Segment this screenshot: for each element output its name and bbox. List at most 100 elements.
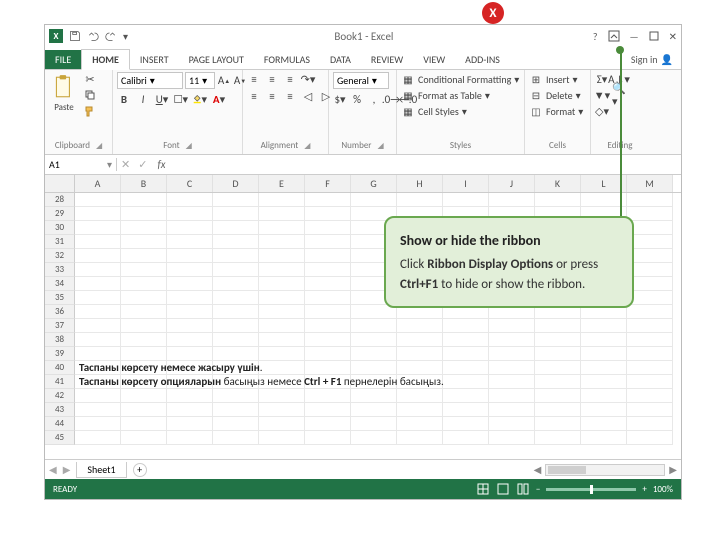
row-header[interactable]: 40: [45, 361, 75, 375]
cell[interactable]: [213, 277, 259, 291]
cell[interactable]: [351, 333, 397, 347]
cell[interactable]: [213, 221, 259, 235]
cell[interactable]: [75, 305, 121, 319]
font-size-select[interactable]: 11▾: [185, 72, 215, 89]
cell[interactable]: [351, 347, 397, 361]
cell[interactable]: [121, 263, 167, 277]
horizontal-scrollbar[interactable]: [545, 464, 665, 476]
cell[interactable]: [75, 235, 121, 249]
zoom-level[interactable]: 100%: [653, 484, 673, 495]
cell[interactable]: [121, 249, 167, 263]
row-header[interactable]: 28: [45, 193, 75, 207]
border-icon[interactable]: ▾: [174, 92, 188, 106]
clear-icon[interactable]: ◇▾: [595, 104, 609, 118]
row-header[interactable]: 32: [45, 249, 75, 263]
help-icon[interactable]: ?: [593, 30, 598, 43]
format-as-table-button[interactable]: ▦Format as Table▾: [401, 88, 490, 102]
italic-icon[interactable]: I: [136, 92, 150, 106]
cell[interactable]: [259, 403, 305, 417]
cell[interactable]: [213, 249, 259, 263]
cell[interactable]: [259, 333, 305, 347]
fill-color-icon[interactable]: ▾: [193, 92, 207, 106]
row-header[interactable]: 39: [45, 347, 75, 361]
app-icon[interactable]: X: [49, 29, 63, 43]
cell[interactable]: [581, 347, 627, 361]
cell[interactable]: [259, 347, 305, 361]
cell[interactable]: [581, 333, 627, 347]
cell[interactable]: [581, 361, 627, 375]
cell[interactable]: [305, 319, 351, 333]
cell[interactable]: [489, 417, 535, 431]
cell[interactable]: [213, 319, 259, 333]
cell[interactable]: [259, 361, 305, 375]
cell[interactable]: [397, 193, 443, 207]
cell[interactable]: [75, 347, 121, 361]
cell[interactable]: [535, 361, 581, 375]
cell[interactable]: [167, 263, 213, 277]
cell[interactable]: [305, 193, 351, 207]
cell[interactable]: [305, 207, 351, 221]
cell[interactable]: [535, 417, 581, 431]
cell[interactable]: [259, 277, 305, 291]
orientation-icon[interactable]: ↷▾: [301, 72, 315, 86]
cell[interactable]: [627, 347, 673, 361]
redo-icon[interactable]: [105, 30, 117, 42]
cell[interactable]: [305, 347, 351, 361]
row-header[interactable]: 41: [45, 375, 75, 389]
insert-cells-button[interactable]: ⊞Insert▾: [529, 72, 578, 86]
cell[interactable]: [121, 431, 167, 445]
cell[interactable]: [75, 319, 121, 333]
col-header[interactable]: I: [443, 175, 489, 192]
row-header[interactable]: 42: [45, 389, 75, 403]
format-cells-button[interactable]: ◫Format▾: [529, 104, 583, 118]
cell[interactable]: [489, 319, 535, 333]
increase-decimal-icon[interactable]: .0→: [384, 92, 398, 106]
cell[interactable]: [581, 417, 627, 431]
cell[interactable]: [627, 375, 673, 389]
cell[interactable]: [259, 207, 305, 221]
cell[interactable]: [489, 347, 535, 361]
cell[interactable]: [75, 389, 121, 403]
cell[interactable]: [535, 403, 581, 417]
cell[interactable]: [305, 263, 351, 277]
cell[interactable]: [167, 319, 213, 333]
zoom-slider[interactable]: [546, 488, 636, 491]
col-header[interactable]: D: [213, 175, 259, 192]
cell[interactable]: [121, 333, 167, 347]
cell[interactable]: [305, 333, 351, 347]
paste-button[interactable]: Paste: [49, 72, 79, 115]
cell[interactable]: [397, 417, 443, 431]
conditional-formatting-button[interactable]: ▦Conditional Formatting▾: [401, 72, 519, 86]
cell[interactable]: [627, 389, 673, 403]
cell-styles-button[interactable]: ▦Cell Styles▾: [401, 104, 467, 118]
cell[interactable]: [213, 389, 259, 403]
cell[interactable]: [167, 193, 213, 207]
cell[interactable]: [75, 417, 121, 431]
col-header[interactable]: A: [75, 175, 121, 192]
cell[interactable]: [167, 347, 213, 361]
cell[interactable]: [259, 389, 305, 403]
cell[interactable]: [213, 193, 259, 207]
cell[interactable]: [259, 417, 305, 431]
tab-addins[interactable]: ADD-INS: [455, 50, 510, 69]
cell[interactable]: [213, 417, 259, 431]
cell[interactable]: [213, 305, 259, 319]
cell[interactable]: [443, 333, 489, 347]
cell[interactable]: [305, 431, 351, 445]
align-left-icon[interactable]: ≡: [247, 89, 261, 103]
cell[interactable]: [535, 431, 581, 445]
cell[interactable]: [259, 431, 305, 445]
cell[interactable]: [443, 375, 489, 389]
cell[interactable]: [397, 347, 443, 361]
number-format-select[interactable]: General▾: [333, 72, 389, 89]
tab-insert[interactable]: INSERT: [130, 50, 179, 69]
cell[interactable]: [397, 389, 443, 403]
align-middle-icon[interactable]: ≡: [265, 72, 279, 86]
col-header[interactable]: K: [535, 175, 581, 192]
enter-formula-icon[interactable]: ✓: [134, 158, 151, 171]
bold-icon[interactable]: B: [117, 92, 131, 106]
cell[interactable]: [535, 389, 581, 403]
cell[interactable]: [581, 319, 627, 333]
cell[interactable]: [305, 277, 351, 291]
name-box[interactable]: A1▾: [45, 158, 117, 171]
